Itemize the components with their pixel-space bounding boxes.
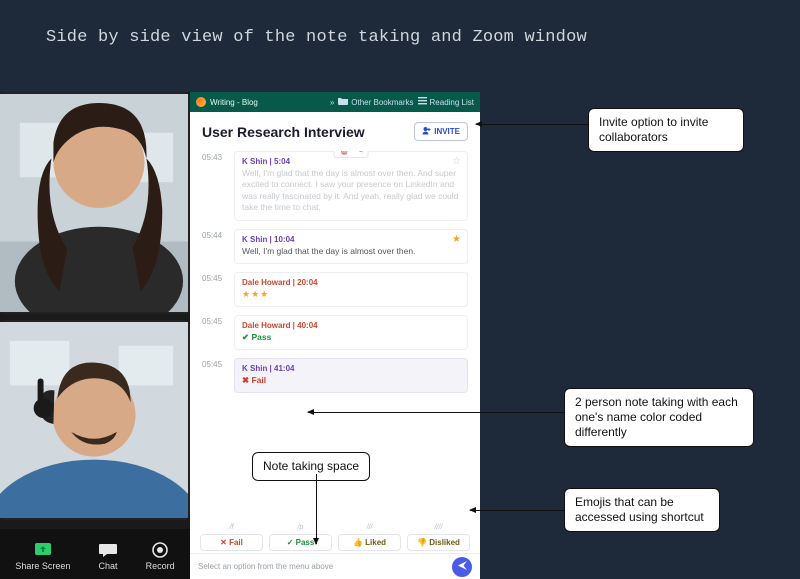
note-timestamp: 05:44 <box>202 229 226 264</box>
fail-tag: ✖ Fail <box>242 375 266 386</box>
reading-list-button[interactable]: Reading List <box>418 97 474 107</box>
note-timestamp: 05:45 <box>202 272 226 307</box>
zoom-video-participant-1 <box>0 92 190 314</box>
callout-space: Note taking space <box>252 452 370 481</box>
quick-chip-col: /f ✕ Fail <box>200 524 263 551</box>
note-body: Well, I'm glad that the day is almost ov… <box>242 168 460 214</box>
zoom-chat-button[interactable]: Chat <box>97 541 119 571</box>
notes-feed: 05:43 K Shin | 5:04 Well, I'm glad that th… <box>190 151 480 401</box>
record-icon <box>149 541 171 559</box>
send-icon <box>457 560 468 574</box>
other-bookmarks-button[interactable]: Other Bookmarks <box>338 97 413 107</box>
browser-bookmarks-bar: Writing - Blog » Other Bookmarks Reading… <box>190 92 480 112</box>
quick-chip-col: /p ✓ Pass <box>269 524 332 551</box>
notes-header: User Research Interview INVITE <box>190 112 480 151</box>
zoom-chat-label: Chat <box>98 561 117 571</box>
arrow-space <box>316 474 317 544</box>
note-entry[interactable]: 05:45 Dale Howard | 40:04 ✔ Pass <box>202 315 468 350</box>
shortcut-hint: /p <box>269 524 332 531</box>
arrow-invite <box>476 124 588 125</box>
note-entry[interactable]: 05:44 K Shin | 10:04 Well, I'm glad that t… <box>202 229 468 264</box>
note-timestamp: 05:45 <box>202 315 226 350</box>
liked-chip[interactable]: 👍 Liked <box>338 534 401 551</box>
note-author: Dale Howard | 20:04 <box>242 278 460 287</box>
list-icon <box>418 97 427 107</box>
browser-tab[interactable]: Writing - Blog <box>196 97 258 107</box>
note-bubble[interactable]: K Shin | 10:04 Well, I'm glad that the da… <box>234 229 468 264</box>
note-bubble[interactable]: K Shin | 5:04 Well, I'm glad that the day… <box>234 151 468 221</box>
notes-app: Writing - Blog » Other Bookmarks Reading… <box>190 92 480 579</box>
zoom-toolbar: Share Screen Chat Record <box>0 529 190 579</box>
note-entry[interactable]: 05:45 K Shin | 41:04 ✖ Fail <box>202 358 468 393</box>
note-bubble[interactable]: Dale Howard | 20:04 ★★★ <box>234 272 468 307</box>
pass-chip[interactable]: ✓ Pass <box>269 534 332 551</box>
shortcut-hint: /// <box>338 524 401 531</box>
note-author: K Shin | 5:04 <box>242 157 460 166</box>
disliked-chip[interactable]: 👎 Disliked <box>407 534 470 551</box>
zoom-record-label: Record <box>146 561 175 571</box>
zoom-share-label: Share Screen <box>15 561 70 571</box>
app-stage: Share Screen Chat Record Writing - Blog <box>0 92 480 579</box>
tab-favicon-icon <box>196 97 206 107</box>
note-input-row: Select an option from the menu above <box>190 553 480 579</box>
other-bookmarks-label: Other Bookmarks <box>351 98 413 107</box>
zoom-record-button[interactable]: Record <box>146 541 175 571</box>
send-button[interactable] <box>452 557 472 577</box>
delete-icon[interactable]: 🗑 <box>339 151 350 156</box>
reading-list-label: Reading List <box>430 98 474 107</box>
edit-icon[interactable]: ✎ <box>356 151 364 156</box>
callout-color: 2 person note taking with each one's nam… <box>564 388 754 447</box>
note-author: K Shin | 41:04 <box>242 364 460 373</box>
zoom-video-participant-2 <box>0 320 190 520</box>
star-icon[interactable]: ☆ <box>452 156 461 167</box>
quick-chip-col: /// 👍 Liked <box>338 524 401 551</box>
invite-label: INVITE <box>434 127 460 136</box>
note-entry[interactable]: 05:43 K Shin | 5:04 Well, I'm glad that th… <box>202 151 468 221</box>
bookmarks-chevrons-icon[interactable]: » <box>330 98 334 107</box>
note-bubble[interactable]: K Shin | 41:04 ✖ Fail <box>234 358 468 393</box>
share-screen-icon <box>32 541 54 559</box>
invite-user-icon <box>422 126 431 137</box>
note-timestamp: 05:45 <box>202 358 226 393</box>
pass-tag: ✔ Pass <box>242 332 271 343</box>
zoom-window: Share Screen Chat Record <box>0 92 190 579</box>
zoom-share-screen-button[interactable]: Share Screen <box>15 541 70 571</box>
note-bubble[interactable]: Dale Howard | 40:04 ✔ Pass <box>234 315 468 350</box>
chat-icon <box>97 541 119 559</box>
note-body: Well, I'm glad that the day is almost ov… <box>242 246 460 257</box>
callout-invite: Invite option to invite collaborators <box>588 108 744 152</box>
arrow-emoji <box>470 510 564 511</box>
arrow-color <box>308 412 564 413</box>
note-input[interactable]: Select an option from the menu above <box>198 562 446 571</box>
quick-actions-row: /f ✕ Fail/p ✓ Pass /// 👍 Liked //// 👎 Disliked <box>190 524 480 551</box>
note-entry[interactable]: 05:45 Dale Howard | 20:04 ★★★ <box>202 272 468 307</box>
fail-chip[interactable]: ✕ Fail <box>200 534 263 551</box>
note-author: Dale Howard | 40:04 <box>242 321 460 330</box>
quick-chip-col: //// 👎 Disliked <box>407 524 470 551</box>
folder-icon <box>338 97 348 107</box>
invite-button[interactable]: INVITE <box>414 122 468 141</box>
callout-emoji: Emojis that can be accessed using shortc… <box>564 488 720 532</box>
notes-title: User Research Interview <box>202 124 365 140</box>
shortcut-hint: /f <box>200 524 263 531</box>
note-author: K Shin | 10:04 <box>242 235 460 244</box>
note-timestamp: 05:43 <box>202 151 226 221</box>
page-title: Side by side view of the note taking and… <box>0 0 800 47</box>
note-mini-toolbar[interactable]: 🗑✎ <box>334 151 369 158</box>
star-icon[interactable]: ★ <box>452 234 461 245</box>
tab-title: Writing - Blog <box>210 98 258 107</box>
shortcut-hint: //// <box>407 524 470 531</box>
rating-stars-icon: ★★★ <box>242 289 460 300</box>
